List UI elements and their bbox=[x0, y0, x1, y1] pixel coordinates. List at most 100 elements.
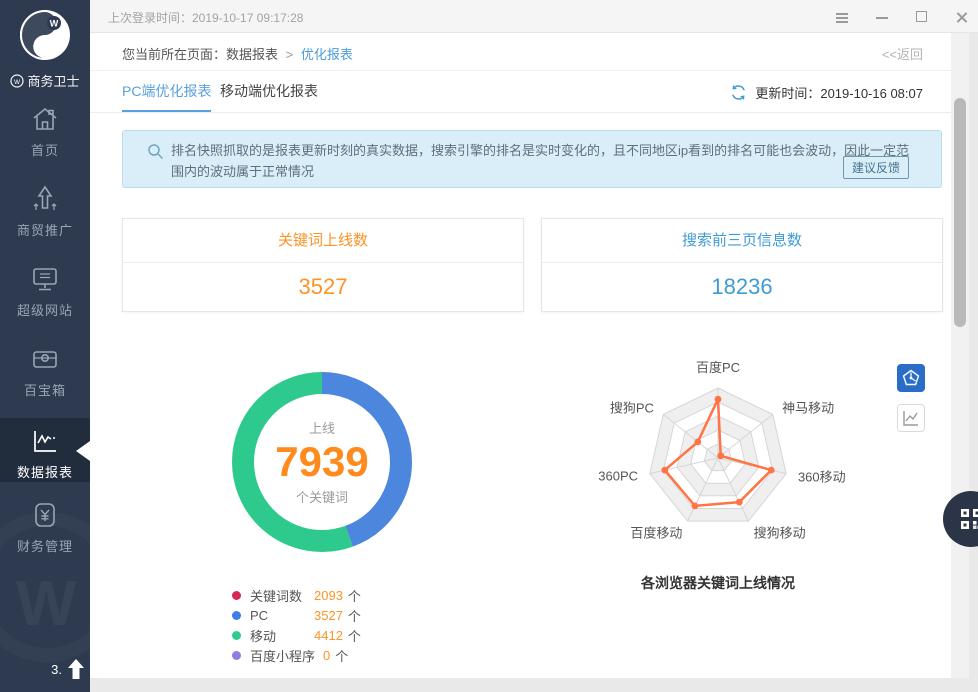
breadcrumb-parent: 您当前所在页面：数据报表 bbox=[122, 47, 278, 62]
scroll-top-arrow-icon[interactable] bbox=[66, 658, 86, 680]
radar-data-point[interactable] bbox=[717, 452, 724, 459]
breadcrumb-separator: > bbox=[286, 47, 294, 62]
svg-text:w: w bbox=[14, 77, 21, 86]
tab-pc-report[interactable]: PC端优化报表 bbox=[122, 81, 211, 112]
breadcrumb-current[interactable]: 优化报表 bbox=[301, 47, 353, 62]
sidebar-item-website[interactable]: 超级网站 bbox=[0, 264, 90, 319]
yuan-wallet-icon bbox=[30, 500, 60, 530]
card-value: 18236 bbox=[542, 263, 942, 311]
donut-legend: 关键词数2093个PC3527个移动4412个百度小程序0个 bbox=[232, 585, 361, 665]
sidebar-item-label: 首页 bbox=[0, 140, 90, 159]
legend-unit: 个 bbox=[348, 606, 361, 625]
toolbox-icon bbox=[30, 344, 60, 374]
card-title: 搜索前三页信息数 bbox=[542, 219, 942, 263]
sidebar-item-promotion[interactable]: 商贸推广 bbox=[0, 184, 90, 239]
menu-icon[interactable] bbox=[834, 9, 850, 25]
sidebar-item-toolbox[interactable]: 百宝箱 bbox=[0, 344, 90, 399]
top3-pages-card: 搜索前三页信息数 18236 bbox=[541, 218, 943, 312]
minimize-icon[interactable] bbox=[874, 9, 890, 25]
legend-label: 关键词数 bbox=[250, 586, 306, 605]
legend-unit: 个 bbox=[348, 626, 361, 645]
legend-unit: 个 bbox=[348, 586, 361, 605]
search-icon bbox=[147, 143, 164, 160]
radar-chart-icon bbox=[902, 369, 920, 387]
monitor-icon bbox=[30, 264, 60, 294]
legend-label: 百度小程序 bbox=[250, 646, 315, 665]
brand: W w 商务卫士 bbox=[0, 8, 90, 90]
legend-dot bbox=[232, 611, 241, 620]
radar-chart: 百度PC神马移动360移动搜狗移动百度移动360PC搜狗PC bbox=[598, 364, 838, 564]
legend-label: PC bbox=[250, 608, 306, 623]
scrollbar-track[interactable] bbox=[951, 33, 969, 678]
brand-name: 商务卫士 bbox=[27, 71, 79, 90]
radar-view-button[interactable] bbox=[897, 364, 925, 392]
radar-axis-label: 神马移动 bbox=[782, 397, 834, 416]
radar-axis-label: 360移动 bbox=[798, 467, 846, 486]
line-chart-icon bbox=[902, 409, 920, 427]
app-window: W W w 商务卫士 首页 bbox=[0, 0, 978, 692]
radar-axis-label: 百度PC bbox=[696, 357, 740, 376]
sidebar-item-label: 商贸推广 bbox=[0, 220, 90, 239]
promote-arrows-icon bbox=[30, 184, 60, 214]
card-value: 3527 bbox=[123, 263, 523, 311]
keyword-online-card: 关键词上线数 3527 bbox=[122, 218, 524, 312]
legend-item-关键词数[interactable]: 关键词数 2093 个 bbox=[232, 585, 361, 605]
radar-data-point[interactable] bbox=[715, 396, 722, 403]
report-chart-icon bbox=[30, 426, 60, 456]
breadcrumb-row: 您当前所在页面：数据报表 > 优化报表 <<返回 bbox=[90, 33, 951, 71]
radar-axis-label: 搜狗PC bbox=[610, 397, 654, 416]
legend-item-移动[interactable]: 移动 4412 个 bbox=[232, 625, 361, 645]
legend-dot bbox=[232, 651, 241, 660]
update-time: 更新时间：2019-10-16 08:07 bbox=[755, 83, 923, 102]
radar-data-point[interactable] bbox=[692, 503, 699, 510]
notice-banner: 排名快照抓取的是报表更新时刻的真实数据，搜索引擎的排名是实时变化的，且不同地区i… bbox=[122, 130, 942, 188]
home-icon bbox=[30, 104, 60, 134]
back-link[interactable]: <<返回 bbox=[882, 44, 923, 63]
active-item-notch bbox=[76, 441, 90, 461]
breadcrumb: 您当前所在页面：数据报表 > 优化报表 bbox=[122, 44, 353, 63]
brand-badge-icon: w bbox=[10, 74, 24, 88]
sidebar-item-label: 数据报表 bbox=[0, 462, 90, 481]
legend-value: 2093 bbox=[314, 588, 343, 603]
legend-item-百度小程序[interactable]: 百度小程序 0个 bbox=[232, 645, 361, 665]
radar-data-point[interactable] bbox=[661, 467, 668, 474]
radar-data-point[interactable] bbox=[736, 499, 743, 506]
sidebar: W W w 商务卫士 首页 bbox=[0, 0, 90, 692]
titlebar: 上次登录时间：2019-10-17 09:17:28 bbox=[90, 0, 978, 33]
feedback-button[interactable]: 建议反馈 bbox=[843, 156, 909, 179]
radar-data-point[interactable] bbox=[768, 467, 775, 474]
scrollbar-thumb[interactable] bbox=[954, 98, 966, 327]
legend-unit: 个 bbox=[335, 646, 348, 665]
app-logo-icon: W bbox=[18, 8, 72, 62]
radar-axis-label: 百度移动 bbox=[630, 522, 682, 541]
donut-chart: 上线 7939 个关键词 bbox=[227, 367, 417, 557]
sidebar-item-finance[interactable]: 财务管理 bbox=[0, 500, 90, 555]
legend-label: 移动 bbox=[250, 626, 306, 645]
tab-mobile-report[interactable]: 移动端优化报表 bbox=[220, 81, 318, 110]
radar-axis-label: 搜狗移动 bbox=[754, 522, 806, 541]
card-title: 关键词上线数 bbox=[123, 219, 523, 263]
close-icon[interactable] bbox=[954, 9, 970, 25]
last-login-time: 上次登录时间：2019-10-17 09:17:28 bbox=[108, 9, 303, 26]
sidebar-bottom-text: 3. bbox=[51, 662, 62, 677]
tabs-row: PC端优化报表 移动端优化报表 更新时间：2019-10-16 08:07 bbox=[90, 71, 951, 113]
svg-text:W: W bbox=[50, 19, 59, 29]
watermark-w: W bbox=[16, 566, 76, 640]
radar-data-point[interactable] bbox=[694, 439, 701, 446]
radar-axis-label: 360PC bbox=[598, 469, 638, 484]
legend-dot bbox=[232, 631, 241, 640]
refresh-icon[interactable] bbox=[730, 84, 747, 101]
sidebar-item-label: 百宝箱 bbox=[0, 380, 90, 399]
legend-item-PC[interactable]: PC 3527 个 bbox=[232, 605, 361, 625]
legend-dot bbox=[232, 591, 241, 600]
sidebar-item-label: 财务管理 bbox=[0, 536, 90, 555]
legend-value: 3527 bbox=[314, 608, 343, 623]
legend-value: 0 bbox=[323, 648, 330, 663]
qr-code-icon bbox=[959, 507, 978, 531]
notice-text: 排名快照抓取的是报表更新时刻的真实数据，搜索引擎的排名是实时变化的，且不同地区i… bbox=[171, 140, 913, 182]
sidebar-item-label: 超级网站 bbox=[0, 300, 90, 319]
maximize-icon[interactable] bbox=[914, 9, 930, 25]
legend-value: 4412 bbox=[314, 628, 343, 643]
sidebar-item-home[interactable]: 首页 bbox=[0, 104, 90, 159]
line-view-button[interactable] bbox=[897, 404, 925, 432]
